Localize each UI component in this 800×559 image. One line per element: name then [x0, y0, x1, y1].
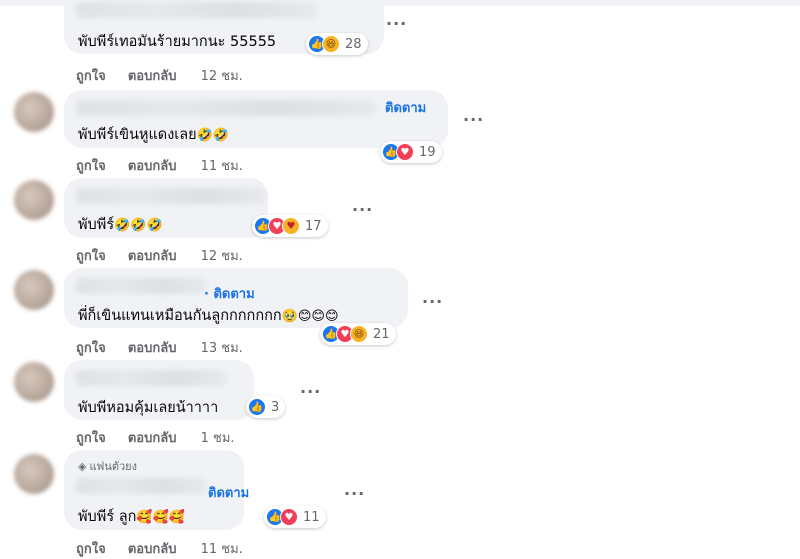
- more-options-button[interactable]: ···: [344, 484, 365, 503]
- timestamp[interactable]: 13 ชม.: [201, 337, 243, 358]
- heart-icon: ♥: [396, 143, 414, 161]
- comment-bubble: พับพีหอมคุ้มเลยน้าาาา: [64, 360, 254, 420]
- top-fan-label: แฟนตัวยง: [89, 460, 138, 473]
- comment-text: พับพีร์ ลูก🥰🥰🥰: [78, 505, 185, 528]
- comment-text: พับพีร์เขินหูแดงเลย🤣🤣: [78, 123, 229, 146]
- like-button[interactable]: ถูกใจ: [76, 427, 106, 448]
- laughing-face-icon: 😆: [322, 35, 340, 53]
- reaction-summary[interactable]: 👍 ♥ ♥ 17: [252, 215, 328, 237]
- avatar[interactable]: [14, 362, 54, 402]
- comment-text: พับพีร์เทอมันร้ายมากนะ 55555: [78, 30, 276, 53]
- commenter-name-blurred: [76, 100, 376, 116]
- comment-text-value: พับพีร์ ลูก: [78, 509, 137, 525]
- like-button[interactable]: ถูกใจ: [76, 245, 106, 266]
- commenter-name-blurred: [76, 2, 316, 18]
- comment-emojis: 🤣🤣: [196, 128, 230, 143]
- reaction-summary[interactable]: 👍 ♥ 11: [264, 506, 326, 528]
- reaction-count: 17: [305, 218, 322, 234]
- comment-emojis: 🤣🤣🤣: [114, 218, 163, 233]
- timestamp[interactable]: 11 ชม.: [201, 155, 243, 176]
- more-options-button[interactable]: ···: [386, 14, 407, 33]
- comment-emojis: 🥹😊😊😊: [281, 309, 339, 324]
- follow-button[interactable]: ติดตาม: [385, 97, 426, 118]
- more-options-button[interactable]: ···: [352, 200, 373, 219]
- reply-button[interactable]: ตอบกลับ: [128, 337, 177, 358]
- reaction-summary[interactable]: 👍 ♥ 😆 21: [320, 323, 396, 345]
- comment-text-value: พับพีร์เขินหูแดงเลย: [78, 127, 197, 143]
- comment-bubble: ◈ แฟนตัวยง ติดตาม พับพีร์ ลูก🥰🥰🥰: [64, 450, 249, 530]
- like-button[interactable]: ถูกใจ: [76, 65, 106, 86]
- laughing-face-icon: 😆: [350, 325, 368, 343]
- heart-icon: ♥: [280, 508, 298, 526]
- comment-text-value: พับพีร์: [78, 217, 115, 233]
- more-options-button[interactable]: ···: [300, 382, 321, 401]
- timestamp[interactable]: 12 ชม.: [201, 65, 243, 86]
- comment-text-value: พี่ก็เขินแทนเหมือนกันลูกกกกกกก: [78, 308, 282, 324]
- follow-button[interactable]: ติดตาม: [208, 482, 249, 503]
- comment-text-value: พับพีร์เทอมันร้ายมากนะ 55555: [78, 34, 277, 50]
- comment-text: พับพีร์🤣🤣🤣: [78, 213, 163, 236]
- reaction-count: 3: [271, 399, 280, 415]
- comment-text: พับพีหอมคุ้มเลยน้าาาา: [78, 396, 218, 419]
- reply-button[interactable]: ตอบกลับ: [128, 155, 177, 176]
- commenter-name-blurred: [76, 278, 206, 294]
- thumbs-up-icon: 👍: [248, 398, 266, 416]
- reaction-count: 21: [373, 326, 390, 342]
- avatar[interactable]: [14, 180, 54, 220]
- commenter-name-blurred: [76, 370, 226, 386]
- care-hug-icon: ♥: [282, 217, 300, 235]
- like-button[interactable]: ถูกใจ: [76, 538, 106, 559]
- commenter-name-blurred: [76, 188, 266, 204]
- diamond-icon: ◈: [78, 460, 87, 473]
- comment-actions: ถูกใจ ตอบกลับ 11 ชม.: [76, 155, 243, 176]
- more-options-button[interactable]: ···: [422, 292, 443, 311]
- comment-emojis: 🥰🥰🥰: [136, 510, 185, 525]
- avatar[interactable]: [14, 454, 54, 494]
- top-fan-badge: ◈ แฟนตัวยง: [78, 457, 137, 475]
- reply-button[interactable]: ตอบกลับ: [128, 65, 177, 86]
- like-button[interactable]: ถูกใจ: [76, 337, 106, 358]
- reply-button[interactable]: ตอบกลับ: [128, 538, 177, 559]
- reaction-count: 11: [303, 509, 320, 525]
- comment-text: พี่ก็เขินแทนเหมือนกันลูกกกกกกก🥹😊😊😊: [78, 304, 339, 327]
- comment-actions: ถูกใจ ตอบกลับ 12 ชม.: [76, 245, 243, 266]
- avatar[interactable]: [14, 92, 54, 132]
- timestamp[interactable]: 11 ชม.: [201, 538, 243, 559]
- comment-bubble: · ติดตาม พี่ก็เขินแทนเหมือนกันลูกกกกกกก🥹…: [64, 268, 408, 328]
- reaction-summary[interactable]: 👍 ♥ 19: [380, 141, 442, 163]
- comment-bubble: พับพีร์🤣🤣🤣: [64, 178, 268, 238]
- comment-actions: ถูกใจ ตอบกลับ 13 ชม.: [76, 337, 243, 358]
- reaction-count: 28: [345, 36, 362, 52]
- commenter-name-blurred: [76, 478, 206, 494]
- comment-text-value: พับพีหอมคุ้มเลยน้าาาา: [78, 400, 219, 416]
- reaction-count: 19: [419, 144, 436, 160]
- timestamp[interactable]: 12 ชม.: [201, 245, 243, 266]
- comment-actions: ถูกใจ ตอบกลับ 1 ชม.: [76, 427, 235, 448]
- reply-button[interactable]: ตอบกลับ: [128, 427, 177, 448]
- reply-button[interactable]: ตอบกลับ: [128, 245, 177, 266]
- avatar[interactable]: [14, 270, 54, 310]
- reaction-summary[interactable]: 👍 😆 28: [306, 33, 368, 55]
- reaction-summary[interactable]: 👍 3: [246, 396, 286, 418]
- timestamp[interactable]: 1 ชม.: [201, 427, 235, 448]
- comment-bubble: ติดตาม พับพีร์เขินหูแดงเลย🤣🤣: [64, 90, 448, 148]
- like-button[interactable]: ถูกใจ: [76, 155, 106, 176]
- comment-actions: ถูกใจ ตอบกลับ 12 ชม.: [76, 65, 243, 86]
- follow-button[interactable]: · ติดตาม: [204, 283, 255, 304]
- comment-actions: ถูกใจ ตอบกลับ 11 ชม.: [76, 538, 243, 559]
- more-options-button[interactable]: ···: [463, 110, 484, 129]
